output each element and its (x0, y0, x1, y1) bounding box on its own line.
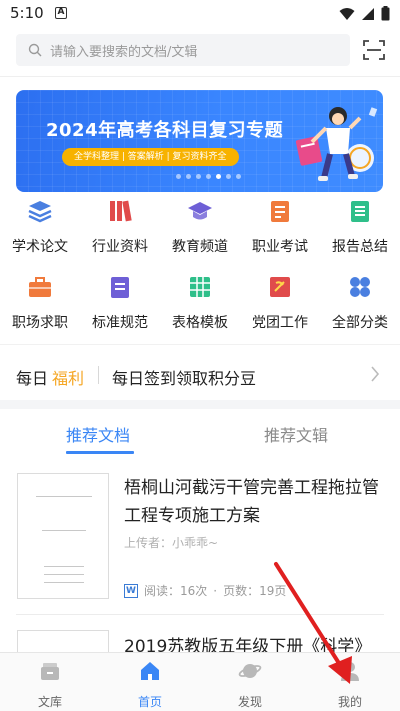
daily-prefix: 每日 (16, 369, 49, 388)
banner-subtitle: 全学科整理 | 答案解析 | 复习资料齐全 (62, 148, 239, 166)
tab-recommended-docs[interactable]: 推荐文档 (66, 422, 130, 446)
stack-layers-icon (28, 201, 52, 223)
planet-icon (238, 664, 262, 678)
banner-dot[interactable] (226, 174, 231, 179)
document-divider (16, 614, 384, 615)
books-icon (110, 200, 132, 222)
nav-label: 文库 (37, 695, 62, 709)
document-uploader: 上传者：小乖乖~ (124, 536, 219, 550)
banner-dot[interactable] (186, 174, 191, 179)
category-label: 报告总结 (332, 239, 388, 255)
home-icon (141, 662, 159, 680)
category-item[interactable]: 标准规范 (82, 274, 158, 332)
document-thumbnail[interactable] (17, 473, 109, 599)
nav-item-planet[interactable]: 发现 (220, 659, 280, 710)
nav-label: 首页 (137, 695, 162, 709)
category-label: 行业资料 (92, 239, 148, 255)
category-label: 标准规范 (92, 315, 148, 331)
nav-item-user-profile[interactable]: 我的 (320, 659, 380, 710)
nav-label: 我的 (337, 695, 362, 709)
category-item[interactable]: 学术论文 (2, 198, 78, 256)
status-time: 5:10 (10, 4, 44, 22)
section-gap (0, 400, 400, 409)
student-illustration (295, 107, 378, 181)
category-item[interactable]: 表格模板 (162, 274, 238, 332)
category-item[interactable]: 党团工作 (242, 274, 318, 332)
category-item[interactable]: 报告总结 (322, 198, 398, 256)
banner-dot[interactable] (206, 174, 211, 179)
status-indicators (339, 6, 390, 21)
banner-dot[interactable] (236, 174, 241, 179)
category-label: 学术论文 (12, 239, 68, 255)
category-item[interactable]: 教育频道 (162, 198, 238, 256)
chevron-right-icon (371, 366, 380, 382)
nav-item-library-box[interactable]: 文库 (20, 659, 80, 710)
category-label: 职场求职 (12, 315, 68, 331)
document-reads: 阅读：16次 (144, 584, 208, 598)
scan-icon[interactable] (362, 38, 386, 62)
category-label: 教育频道 (172, 239, 228, 255)
status-bar: 5:10 A (0, 0, 400, 28)
category-label: 全部分类 (332, 315, 388, 331)
banner-dot[interactable] (176, 174, 181, 179)
category-label: 党团工作 (252, 315, 308, 331)
daily-separator (98, 366, 99, 384)
category-label: 职业考试 (252, 239, 308, 255)
table-grid-icon (190, 277, 210, 297)
active-tab-indicator (66, 451, 134, 454)
party-emblem-icon (270, 277, 290, 297)
daily-checkin-text: 每日签到领取积分豆 (112, 369, 257, 388)
daily-welfare-row[interactable]: 每日 福利 每日签到领取积分豆 (0, 348, 400, 400)
category-label: 表格模板 (172, 315, 228, 331)
document-pages: 页数：19页 (223, 584, 287, 598)
meta-dot: · (213, 583, 218, 598)
category-item[interactable]: 行业资料 (82, 198, 158, 256)
library-box-icon (41, 663, 59, 680)
nav-item-home[interactable]: 首页 (120, 659, 180, 710)
signal-icon (362, 7, 374, 20)
category-item[interactable]: 全部分类 (322, 274, 398, 332)
document-title[interactable]: 梧桐山河截污干管完善工程拖拉管工程专项施工方案 (124, 474, 386, 530)
banner-title: 2024年高考各科目复习专题 (46, 120, 284, 141)
category-item[interactable]: 职业考试 (242, 198, 318, 256)
header-divider (0, 76, 400, 77)
bottom-navigation: 文库 首页 发现 我的 (0, 652, 400, 711)
user-profile-icon (341, 662, 359, 681)
briefcase-icon (29, 277, 51, 297)
banner-dot[interactable] (196, 174, 201, 179)
search-icon (28, 43, 42, 57)
search-bar[interactable]: 请输入要搜索的文档/文辑 (16, 34, 350, 66)
graduation-cap-icon (188, 202, 212, 220)
search-input[interactable]: 请输入要搜索的文档/文辑 (50, 41, 197, 60)
word-file-icon: W (124, 583, 138, 598)
battery-icon (381, 6, 390, 21)
daily-highlight: 福利 (52, 369, 85, 388)
wifi-icon (339, 7, 355, 20)
banner-dot[interactable] (216, 174, 221, 179)
category-item[interactable]: 职场求职 (2, 274, 78, 332)
banner-pagination (176, 174, 241, 179)
report-icon (351, 201, 369, 222)
document-meta: W 阅读：16次 · 页数：19页 (124, 582, 286, 599)
section-divider (0, 344, 400, 345)
tab-recommended-collections[interactable]: 推荐文辑 (264, 422, 328, 446)
standard-doc-icon (111, 277, 129, 298)
nav-label: 发现 (237, 695, 262, 709)
exam-doc-icon (271, 201, 289, 222)
promo-banner[interactable]: 2024年高考各科目复习专题 全学科整理 | 答案解析 | 复习资料齐全 (16, 90, 383, 192)
notification-icon: A (55, 7, 67, 19)
all-categories-icon (350, 277, 370, 297)
